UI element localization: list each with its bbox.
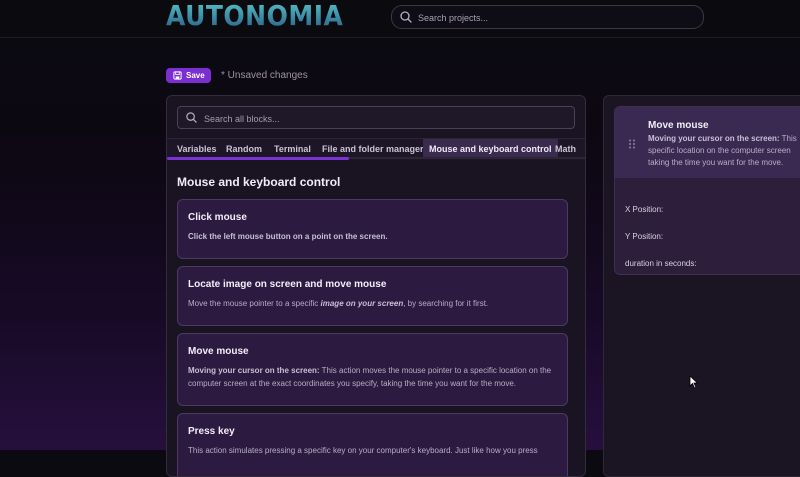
block-card-title: Locate image on screen and move mouse: [188, 279, 387, 290]
block-card-description: This action simulates pressing a specifi…: [188, 446, 538, 455]
block-card-title: Move mouse: [188, 346, 249, 357]
duration-label: duration in seconds:: [625, 259, 697, 268]
blocks-search-input[interactable]: [202, 109, 566, 128]
block-card-move-mouse[interactable]: Move mouse Moving your cursor on the scr…: [177, 333, 568, 406]
workspace-block-header[interactable]: Move mouse Moving your cursor on the scr…: [615, 107, 800, 178]
block-card-description: Moving your cursor on the screen: This a…: [188, 366, 552, 388]
top-bar: AUTONOMIA: [0, 0, 800, 38]
block-card-description: Click the left mouse button on a point o…: [188, 232, 388, 241]
block-card-description: Move the mouse pointer to a specific ima…: [188, 299, 489, 308]
workspace-block-move-mouse[interactable]: Move mouse Moving your cursor on the scr…: [614, 106, 800, 275]
x-position-label: X Position:: [625, 205, 664, 214]
block-card-click-mouse[interactable]: Click mouse Click the left mouse button …: [177, 199, 568, 259]
block-card-title: Press key: [188, 426, 235, 437]
search-icon: [186, 112, 197, 123]
blocks-search-box[interactable]: [177, 106, 575, 129]
tab-variables[interactable]: Variables: [177, 139, 217, 159]
drag-handle-icon[interactable]: [628, 139, 636, 149]
block-card-locate-image[interactable]: Locate image on screen and move mouse Mo…: [177, 266, 568, 326]
workspace-block-title: Move mouse: [648, 120, 709, 131]
save-button-label: Save: [186, 71, 205, 80]
y-position-label: Y Position:: [625, 232, 664, 241]
tab-terminal[interactable]: Terminal: [274, 139, 311, 159]
tab-random[interactable]: Random: [226, 139, 262, 159]
workspace-panel: Move mouse Moving your cursor on the scr…: [603, 95, 800, 477]
blocks-panel: Variables Random Terminal File and folde…: [166, 95, 586, 477]
tabs-scroll-thumb[interactable]: [167, 157, 349, 160]
section-title: Mouse and keyboard control: [177, 175, 341, 189]
project-search-input[interactable]: [416, 8, 690, 28]
tab-math[interactable]: Math: [555, 139, 576, 159]
app-logo[interactable]: AUTONOMIA: [166, 0, 343, 31]
block-card-title: Click mouse: [188, 212, 247, 223]
tab-mouse-and-keyboard-control[interactable]: Mouse and keyboard control: [423, 139, 558, 159]
project-search-box[interactable]: [391, 5, 704, 29]
block-card-press-key[interactable]: Press key This action simulates pressing…: [177, 413, 568, 476]
workspace-block-description: Moving your cursor on the screen: This s…: [648, 134, 797, 167]
save-icon: [173, 71, 182, 80]
unsaved-status: * Unsaved changes: [221, 70, 308, 81]
save-button[interactable]: Save: [166, 68, 211, 83]
search-icon: [400, 11, 412, 23]
mouse-cursor-icon: [689, 375, 699, 389]
tab-file-and-folder-manager[interactable]: File and folder manager: [322, 139, 424, 159]
